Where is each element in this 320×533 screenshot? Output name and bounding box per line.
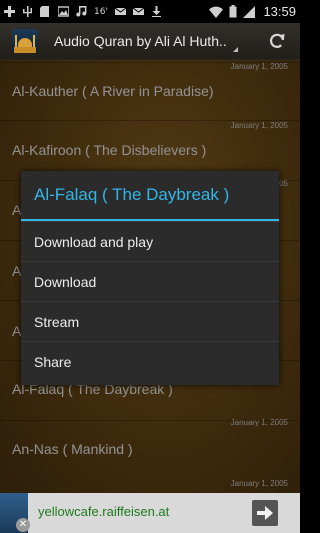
stream-option[interactable]: Stream <box>21 301 279 341</box>
app-title[interactable]: Audio Quran by Ali Al Huth.. <box>54 33 227 49</box>
ad-text[interactable]: yellowcafe.raiffeisen.at <box>38 504 169 519</box>
overflow-caret-icon <box>232 46 238 52</box>
add-icon <box>4 6 15 17</box>
download-icon <box>151 6 161 17</box>
mail-icon <box>132 7 144 15</box>
network-type-icon: 16' <box>94 6 108 17</box>
refresh-icon <box>269 33 285 48</box>
battery-icon <box>229 5 237 18</box>
arrow-right-icon <box>257 506 273 520</box>
download-and-play-option[interactable]: Download and play <box>21 221 279 261</box>
image-icon <box>58 6 69 17</box>
ad-close-button[interactable]: ✕ <box>16 518 30 532</box>
refresh-button[interactable] <box>266 30 288 52</box>
status-bar: 16' 13:59 <box>0 0 300 23</box>
download-option[interactable]: Download <box>21 261 279 301</box>
status-time: 13:59 <box>263 4 296 19</box>
mail-icon <box>114 7 126 15</box>
context-dialog: Al-Falaq ( The Daybreak ) Download and p… <box>21 171 279 385</box>
ad-banner[interactable]: yellowcafe.raiffeisen.at ✕ <box>0 493 300 533</box>
dialog-title: Al-Falaq ( The Daybreak ) <box>21 171 279 221</box>
ad-arrow-button[interactable] <box>252 500 278 526</box>
usb-icon <box>23 6 32 17</box>
action-bar: Audio Quran by Ali Al Huth.. <box>0 23 300 60</box>
music-icon <box>76 6 87 17</box>
share-option[interactable]: Share <box>21 341 279 381</box>
wifi-icon <box>209 6 224 18</box>
signal-icon <box>243 5 256 18</box>
app-icon[interactable] <box>12 29 38 53</box>
sd-card-icon <box>40 6 49 17</box>
